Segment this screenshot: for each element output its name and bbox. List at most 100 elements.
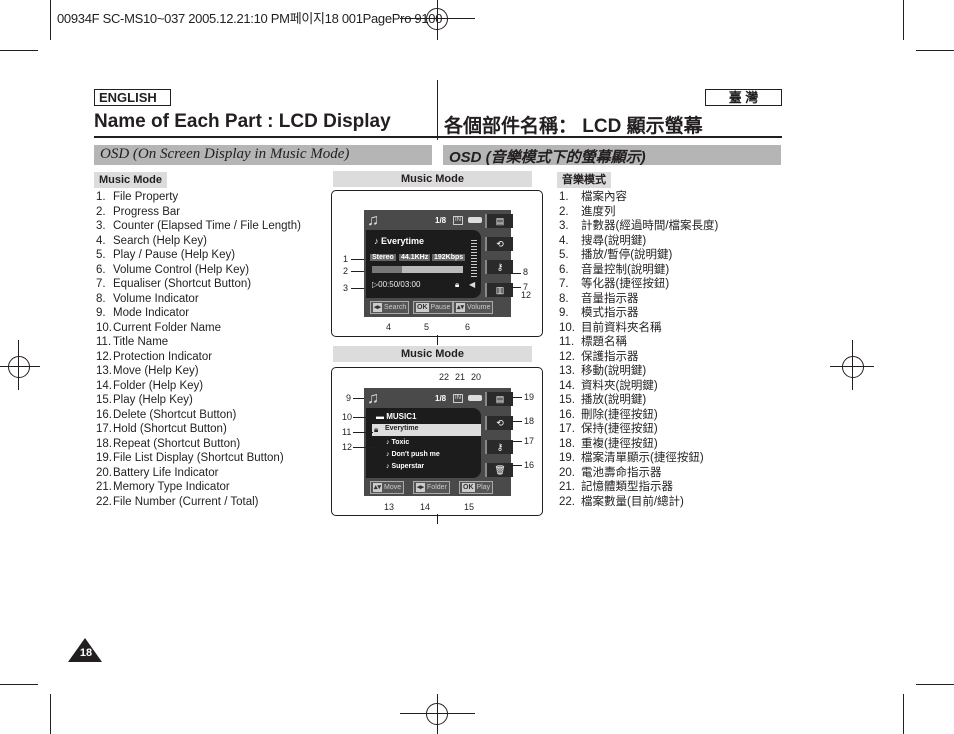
list-item-text: Title Name	[113, 336, 169, 348]
list-item: 11. Title Name	[96, 335, 301, 350]
list-item-number: 10.	[559, 321, 575, 334]
list-item-number: 4.	[559, 234, 569, 247]
delete-button[interactable]: 🗑︎	[485, 463, 513, 477]
list-item-text: Volume Control (Help Key)	[113, 263, 250, 276]
callout-5: 5	[424, 322, 430, 332]
file-list-button[interactable]: ▤	[485, 214, 513, 228]
list-item-text: Play (Help Key)	[113, 394, 193, 406]
search-label: Search	[384, 304, 407, 311]
list-item-number: 7.	[96, 278, 106, 290]
list-item-text: 播放/暫停(說明鍵)	[581, 249, 673, 261]
list-item-number: 18.	[96, 437, 112, 450]
track-title: Everytime	[385, 425, 419, 432]
callout-15: 15	[464, 502, 475, 512]
section-header-chinese-text: OSD (音樂模式下的螢幕顯示)	[449, 149, 646, 166]
track-item[interactable]: ♪ Don't push me	[386, 451, 440, 458]
crop-mark	[916, 50, 954, 51]
list-item-text: 音量指示器	[581, 292, 639, 305]
callout-20: 20	[471, 372, 482, 382]
track-item-selected[interactable]: 🔒︎ Everytime	[372, 424, 481, 436]
list-item: 2. Progress Bar	[96, 205, 301, 220]
search-help-key[interactable]: ◂▸ Search	[370, 301, 410, 314]
list-item: 9. 模式指示器	[559, 306, 718, 321]
list-item-number: 13.	[96, 365, 112, 377]
repeat-button[interactable]: ⟲	[485, 416, 513, 430]
list-item-text: 進度列	[581, 205, 616, 218]
screen1-lcd: ♫ 1/8 IN ▤ ⟲ ⚷ ▥ ♪ Everytime Stereo 44.1…	[364, 210, 513, 317]
callout-21: 21	[455, 372, 466, 382]
play-help-key[interactable]: OK Play	[459, 481, 494, 494]
list-item-number: 1.	[96, 191, 106, 203]
list-item-number: 4.	[96, 234, 106, 247]
list-item: 18. 重複(捷徑按鈕)	[559, 437, 718, 452]
list-item: 19.File List Display (Shortcut Button)	[96, 451, 301, 466]
play-label: Play	[476, 484, 491, 491]
list-item: 1. File Property	[96, 190, 301, 205]
list-item-text: 檔案清單顯示(捷徑按鈕)	[581, 452, 704, 464]
list-item-text: 電池壽命指示器	[581, 466, 662, 479]
list-item-text: 音量控制(說明鍵)	[581, 263, 670, 276]
hold-button[interactable]: ⚷	[485, 260, 513, 274]
repeat-button[interactable]: ⟲	[485, 237, 513, 251]
equaliser-button[interactable]: ▥	[485, 283, 513, 297]
progress-bar[interactable]	[372, 266, 463, 273]
folder-help-key[interactable]: ◂▸ Folder	[413, 481, 450, 494]
pause-label: Pause	[430, 304, 451, 311]
list-item: 7. 等化器(捷徑按鈕)	[559, 277, 718, 292]
crop-mark	[400, 18, 475, 19]
list-item: 13. 移動(說明鍵)	[559, 364, 718, 379]
list-item: 14. 資料夾(說明鍵)	[559, 379, 718, 394]
list-item-text: Delete (Shortcut Button)	[113, 408, 237, 421]
list-item-number: 5.	[559, 249, 569, 261]
callout-4: 4	[386, 322, 392, 332]
list-item-number: 8.	[96, 292, 106, 305]
list-item-number: 20.	[559, 466, 575, 479]
list-item-number: 9.	[559, 307, 569, 319]
crop-mark	[437, 694, 438, 734]
list-item: 7. Equaliser (Shortcut Button)	[96, 277, 301, 292]
list-item-text: 資料夾(說明鍵)	[581, 379, 658, 392]
track-item[interactable]: ♪ Toxic	[386, 439, 409, 446]
list-item: 15. 播放(說明鍵)	[559, 393, 718, 408]
move-help-key[interactable]: ▴▾ Move	[370, 481, 405, 494]
list-item: 20. 電池壽命指示器	[559, 466, 718, 481]
volume-help-key[interactable]: ▴▾ Volume	[453, 301, 494, 314]
list-item-number: 5.	[96, 249, 106, 261]
list-item-number: 9.	[96, 307, 106, 319]
track-title-text: Everytime	[381, 236, 425, 246]
list-item-number: 22.	[559, 495, 575, 508]
callout-9: 9	[346, 393, 352, 403]
callout-19: 19	[524, 392, 535, 402]
track-title: Toxic	[391, 439, 410, 446]
list-item-number: 20.	[96, 466, 112, 479]
list-item-text: 保護指示器	[581, 350, 639, 363]
bitrate: 192Kbps	[432, 254, 466, 261]
track-item[interactable]: ♪ Superstar	[386, 463, 424, 470]
list-item: 5. 播放/暫停(說明鍵)	[559, 248, 718, 263]
parts-list-english: 1. File Property 2. Progress Bar 3. Counter (…	[96, 190, 301, 509]
crop-mark	[0, 50, 38, 51]
crop-mark	[0, 366, 40, 367]
pause-help-key[interactable]: OK Pause	[413, 301, 454, 314]
list-item-number: 21.	[559, 481, 575, 493]
list-item: 13.Move (Help Key)	[96, 364, 301, 379]
list-item-text: Progress Bar	[113, 205, 181, 218]
folder-label: Folder	[427, 484, 447, 491]
list-item: 1. 檔案內容	[559, 190, 718, 205]
list-item-text: Move (Help Key)	[113, 365, 199, 377]
title-rule	[94, 136, 782, 138]
list-item-number: 15.	[96, 394, 112, 406]
list-item-text: File Property	[113, 191, 179, 203]
list-item-text: Memory Type Indicator	[113, 481, 230, 493]
list-item-text: Folder (Help Key)	[113, 379, 204, 392]
list-item-text: 模式指示器	[581, 307, 639, 319]
callout-18: 18	[524, 416, 535, 426]
list-item: 12.Protection Indicator	[96, 350, 301, 365]
list-item: 3. Counter (Elapsed Time / File Length)	[96, 219, 301, 234]
move-label: Move	[384, 484, 402, 491]
list-item-number: 21.	[96, 481, 112, 493]
list-item: 5. Play / Pause (Help Key)	[96, 248, 301, 263]
file-list-button[interactable]: ▤	[485, 392, 513, 406]
list-item-text: Protection Indicator	[113, 350, 213, 363]
hold-button[interactable]: ⚷	[485, 440, 513, 454]
